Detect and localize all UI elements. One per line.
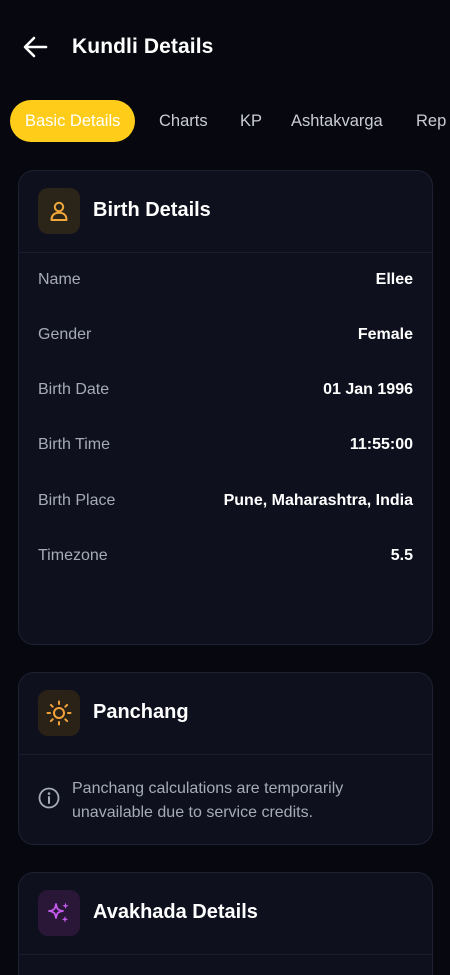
app-header: Kundli Details xyxy=(0,22,450,72)
birth-details-card: Birth Details Name Ellee Gender Female B… xyxy=(18,170,433,645)
sparkles-icon-tile xyxy=(38,890,80,936)
row-label: Name xyxy=(38,271,81,288)
row-label: Birth Date xyxy=(38,381,110,398)
kundli-details-screen: Kundli Details Basic Details Charts KP A… xyxy=(0,0,450,975)
detail-row-gender: Gender Female xyxy=(38,326,413,350)
avakhada-header: Avakhada Details xyxy=(19,873,432,955)
arrow-left-icon xyxy=(23,36,48,58)
tab-basic-details[interactable]: Basic Details xyxy=(10,100,136,142)
row-value: Female xyxy=(357,326,413,343)
tab-charts[interactable]: Charts xyxy=(159,100,208,142)
user-icon xyxy=(50,201,68,221)
panchang-card: Panchang Panchang calculations are tempo… xyxy=(18,672,433,845)
detail-row-timezone: Timezone 5.5 xyxy=(38,547,413,571)
row-label: Birth Place xyxy=(38,492,116,509)
birth-details-header: Birth Details xyxy=(19,171,432,253)
user-icon-tile xyxy=(38,188,80,234)
detail-row-name: Name Ellee xyxy=(38,271,413,295)
tab-bar: Basic Details Charts KP Ashtakvarga Rep xyxy=(0,98,450,144)
sun-icon-tile xyxy=(38,690,80,736)
panchang-title: Panchang xyxy=(93,701,189,723)
row-label: Timezone xyxy=(38,547,108,564)
back-button[interactable] xyxy=(20,34,50,60)
row-value: 01 Jan 1996 xyxy=(323,381,413,398)
row-label: Birth Time xyxy=(38,436,111,453)
detail-row-birth-time: Birth Time 11:55:00 xyxy=(38,436,413,460)
panchang-header: Panchang xyxy=(19,673,432,755)
sun-icon xyxy=(46,700,72,726)
info-icon xyxy=(38,787,60,809)
detail-row-birth-place: Birth Place Pune, Maharashtra, India xyxy=(38,492,413,516)
row-label: Gender xyxy=(38,326,92,343)
sparkles-icon xyxy=(48,902,69,923)
detail-row-birth-date: Birth Date 01 Jan 1996 xyxy=(38,381,413,405)
panchang-notice-text: Panchang calculations are temporarily un… xyxy=(72,780,344,821)
tab-ashtakvarga[interactable]: Ashtakvarga xyxy=(291,100,383,142)
avakhada-card: Avakhada Details xyxy=(18,872,433,975)
birth-details-title: Birth Details xyxy=(93,199,211,221)
tab-report[interactable]: Rep xyxy=(416,100,446,142)
page-title: Kundli Details xyxy=(72,35,214,58)
row-value: Ellee xyxy=(375,271,413,288)
row-value: Pune, Maharashtra, India xyxy=(223,492,413,509)
row-value: 11:55:00 xyxy=(349,436,413,453)
row-value: 5.5 xyxy=(390,547,413,564)
avakhada-title: Avakhada Details xyxy=(93,901,258,923)
tab-kp[interactable]: KP xyxy=(240,100,262,142)
